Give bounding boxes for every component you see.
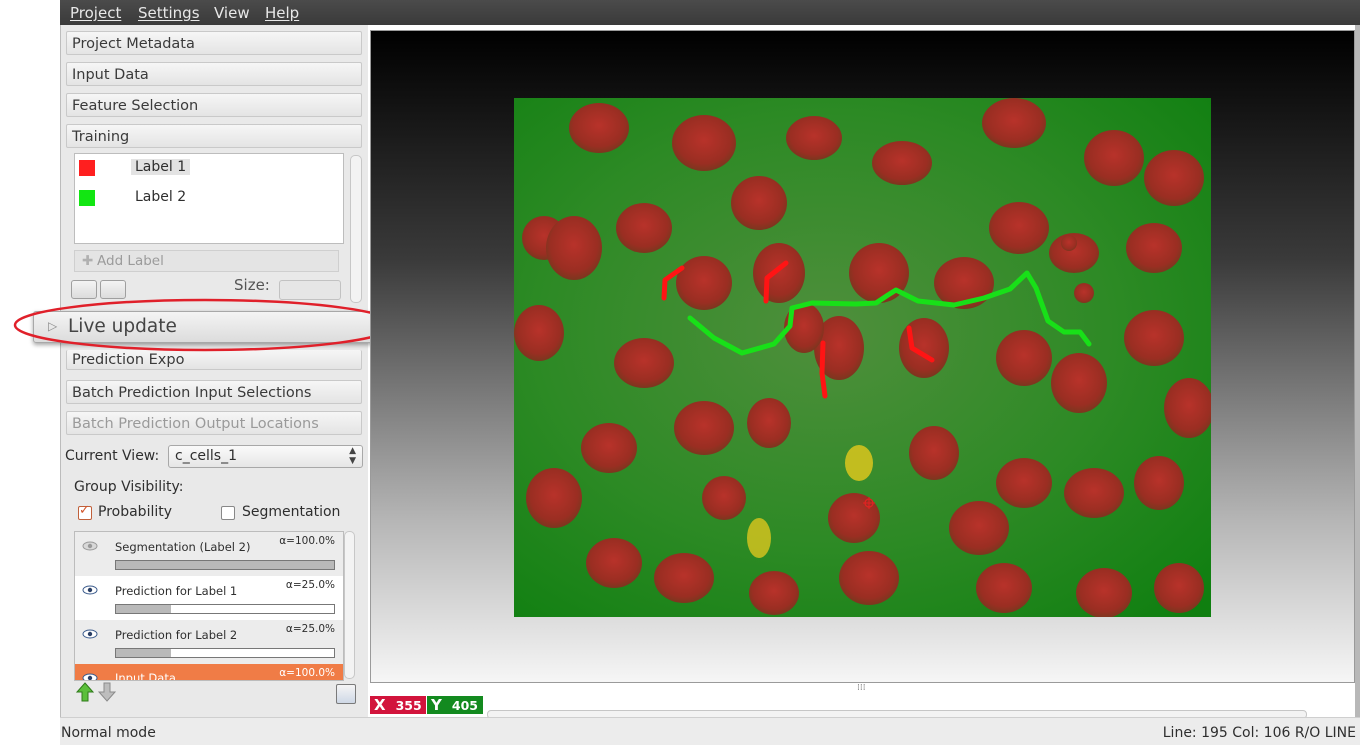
segmentation-checkbox[interactable]: [221, 506, 235, 520]
brush-size-label: Size:: [234, 276, 270, 294]
layer-name: Input Data: [115, 671, 176, 681]
layer-list-scrollbar[interactable]: [344, 531, 355, 679]
status-mode: Normal mode: [61, 725, 156, 741]
x-coordinate-label: X: [374, 696, 386, 714]
current-view-select[interactable]: c_cells_1 ▲ ▼: [168, 445, 363, 468]
layer-alpha: α=100.0%: [279, 667, 335, 679]
layer-opacity-fill: [116, 649, 171, 657]
add-label-button[interactable]: ✚ Add Label: [74, 250, 339, 272]
live-update-button[interactable]: ▷ Live update: [33, 311, 380, 343]
export-layer-icon[interactable]: [336, 684, 356, 704]
training-scrollbar[interactable]: [350, 155, 362, 303]
microscopy-image[interactable]: [514, 98, 1211, 617]
label-2-color-swatch[interactable]: [79, 190, 95, 206]
current-view-value: c_cells_1: [175, 448, 237, 464]
y-coordinate-badge: Y 405: [427, 696, 483, 714]
eye-icon[interactable]: [82, 629, 98, 639]
layer-row[interactable]: Segmentation (Label 2) α=100.0%: [75, 532, 343, 576]
layer-alpha: α=25.0%: [285, 579, 335, 591]
move-layer-up-icon[interactable]: [76, 682, 94, 702]
layer-alpha: α=100.0%: [279, 535, 335, 547]
drawer-project-metadata[interactable]: Project Metadata: [66, 31, 362, 55]
y-coordinate-value: 405: [451, 698, 478, 713]
menu-settings[interactable]: Settings: [138, 4, 200, 22]
drawer-batch-output[interactable]: Batch Prediction Output Locations: [66, 411, 362, 435]
segmentation-checkbox-label: Segmentation: [242, 504, 341, 520]
x-coordinate-badge: X 355: [370, 696, 426, 714]
layer-opacity-bar[interactable]: [115, 560, 335, 570]
eraser-tool-button[interactable]: [71, 280, 97, 299]
layer-opacity-bar[interactable]: [115, 648, 335, 658]
layer-alpha: α=25.0%: [285, 623, 335, 635]
x-coordinate-value: 355: [395, 698, 422, 713]
layer-name: Prediction for Label 2: [115, 628, 238, 642]
drawer-training[interactable]: Training: [66, 124, 362, 148]
status-bar: Normal mode Line: 195 Col: 106 R/O LINE: [60, 717, 1360, 745]
eye-icon[interactable]: [82, 585, 98, 595]
label-1-name: Label 1: [131, 159, 191, 175]
live-update-label: Live update: [68, 316, 177, 337]
layer-opacity-bar[interactable]: [115, 604, 335, 614]
spin-arrows-icon: ▲ ▼: [349, 446, 356, 466]
splitter-handle[interactable]: ⁞⁞⁞: [857, 683, 866, 693]
menu-bar: Project Settings View Help: [60, 0, 1360, 25]
status-position: Line: 195 Col: 106 R/O LINE: [1162, 725, 1356, 741]
applet-panel: Project Metadata Input Data Feature Sele…: [60, 25, 368, 717]
move-layer-down-icon[interactable]: [98, 682, 116, 702]
image-viewer[interactable]: [370, 30, 1355, 683]
layer-opacity-fill: [116, 605, 171, 613]
group-visibility-label: Group Visibility:: [74, 479, 184, 495]
layer-opacity-fill: [116, 561, 334, 569]
mitotic-cell: [747, 518, 771, 558]
eye-icon[interactable]: [82, 673, 98, 681]
drawer-batch-input[interactable]: Batch Prediction Input Selections: [66, 380, 362, 404]
label-2-name: Label 2: [135, 189, 187, 205]
label-list: Label 1 Label 2: [74, 153, 344, 244]
viewer-vertical-scrollbar[interactable]: [1355, 25, 1360, 717]
probability-checkbox-label: Probability: [98, 504, 173, 520]
drawer-input-data[interactable]: Input Data: [66, 62, 362, 86]
layer-row-selected[interactable]: Input Data α=100.0%: [75, 664, 343, 681]
menu-project[interactable]: Project: [70, 4, 121, 22]
layer-name: Prediction for Label 1: [115, 584, 238, 598]
probability-checkbox[interactable]: [78, 503, 92, 520]
label-row-1[interactable]: Label 1: [75, 154, 343, 182]
add-label-text: Add Label: [97, 253, 164, 269]
brush-tool-button[interactable]: [100, 280, 126, 299]
current-view-label: Current View:: [65, 448, 160, 464]
drawer-feature-selection[interactable]: Feature Selection: [66, 93, 362, 117]
y-coordinate-label: Y: [431, 696, 442, 714]
expand-triangle-icon: ▷: [48, 319, 58, 333]
menu-help[interactable]: Help: [265, 4, 299, 22]
layer-row[interactable]: Prediction for Label 1 α=25.0%: [75, 576, 343, 620]
layer-row[interactable]: Prediction for Label 2 α=25.0%: [75, 620, 343, 664]
label-1-color-swatch[interactable]: [79, 160, 95, 176]
menu-view[interactable]: View: [214, 4, 250, 22]
brush-size-select[interactable]: [279, 280, 341, 300]
eye-icon[interactable]: [82, 541, 98, 551]
plus-icon: ✚: [82, 253, 94, 269]
mitotic-cell: [845, 445, 873, 481]
layer-name: Segmentation (Label 2): [115, 540, 251, 554]
layer-list: Segmentation (Label 2) α=100.0% Predicti…: [74, 531, 344, 681]
label-row-2[interactable]: Label 2: [75, 184, 343, 212]
drawer-prediction-export[interactable]: Prediction Expo: [66, 350, 362, 370]
